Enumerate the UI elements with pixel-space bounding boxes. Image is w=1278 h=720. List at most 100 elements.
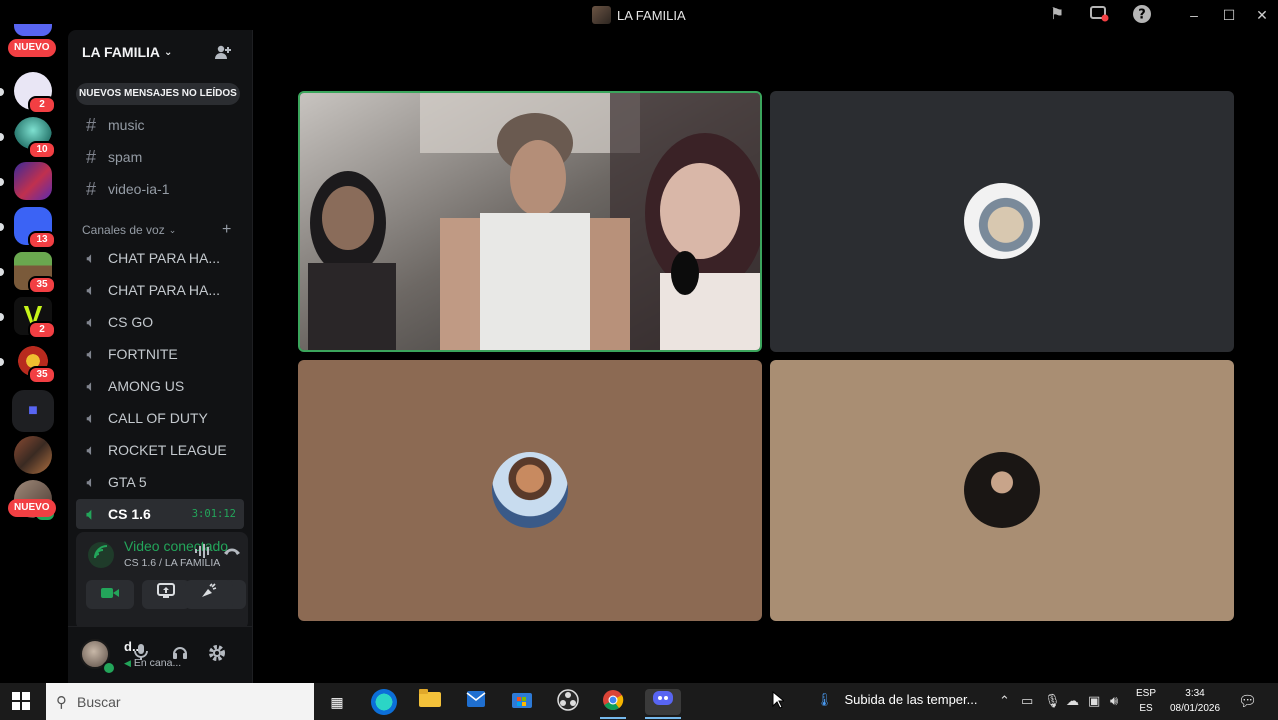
network-icon[interactable]: ▣: [1088, 693, 1100, 709]
headphones-icon[interactable]: [172, 644, 188, 664]
voice-channel-8[interactable]: 🔈︎ GTA 5: [76, 467, 244, 497]
speaker-icon: 🔈︎: [86, 441, 96, 459]
online-status-dot: [102, 661, 116, 675]
server-icon-6[interactable]: V2: [14, 297, 56, 339]
system-clock[interactable]: 3:34 08/01/2026: [1166, 686, 1224, 716]
speaker-icon: 🔈︎: [86, 345, 96, 363]
flag-icon[interactable]: ⚑: [1046, 4, 1068, 26]
add-channel-button[interactable]: +: [222, 221, 231, 239]
channel-label: spam: [108, 149, 143, 165]
voice-channel-6[interactable]: 🔈︎ CALL OF DUTY: [76, 403, 244, 433]
active-indicator: [600, 717, 626, 719]
video-tile-user-4[interactable]: [770, 360, 1234, 621]
clock-time: 3:34: [1185, 688, 1205, 699]
unread-pill: [0, 268, 4, 276]
inbox-icon[interactable]: [1088, 4, 1110, 26]
server-icon-3[interactable]: [14, 162, 52, 200]
server-icon-1[interactable]: 2: [14, 72, 56, 114]
title-bar: LA FAMILIA ⚑ ? – ☐ ✕: [0, 0, 1278, 30]
chevron-down-icon: ⌄: [164, 46, 173, 58]
windows-start-icon[interactable]: [12, 692, 30, 710]
store-icon[interactable]: [509, 689, 535, 715]
maximize-button[interactable]: ☐: [1219, 4, 1239, 26]
screen-share-button[interactable]: [142, 580, 190, 609]
video-tile-camera[interactable]: [298, 91, 762, 352]
guild-name: LA FAMILIA: [82, 44, 161, 60]
close-button[interactable]: ✕: [1252, 4, 1272, 26]
server-icon-7[interactable]: 35: [14, 342, 56, 384]
voice-channel-4[interactable]: 🔈︎ FORTNITE: [76, 339, 244, 369]
hash-icon: #: [85, 114, 96, 135]
notifications-icon[interactable]: 💬︎: [1238, 692, 1257, 710]
invite-people-icon[interactable]: [214, 44, 232, 64]
hash-icon: #: [85, 146, 96, 167]
speaker-icon: 🔈︎: [86, 409, 96, 427]
server-icon: [592, 6, 611, 24]
gear-icon[interactable]: [208, 644, 226, 666]
channel-label: CS GO: [108, 314, 154, 330]
task-view-icon[interactable]: ▦: [324, 689, 350, 715]
connection-status: Video conectado: [124, 538, 228, 554]
speaker-icon: 🔈︎: [86, 249, 96, 267]
unread-messages-banner[interactable]: NUEVOS MENSAJES NO LEÍDOS: [76, 83, 240, 105]
speaker-icon: 🔈︎: [86, 377, 96, 395]
mouse-cursor-icon: [772, 691, 784, 709]
mic-icon[interactable]: [134, 644, 148, 664]
file-explorer-icon[interactable]: [417, 689, 443, 715]
voice-channel-7[interactable]: 🔈︎ ROCKET LEAGUE: [76, 435, 244, 465]
server-icon-2[interactable]: 10: [14, 117, 56, 159]
video-tile-user-3[interactable]: [298, 360, 762, 621]
voice-channel-active[interactable]: 🔈︎ CS 1.6 3:01:12: [76, 499, 244, 529]
unread-pill: [0, 358, 4, 366]
edge-icon[interactable]: [371, 689, 397, 715]
server-icon-5[interactable]: 35: [14, 252, 56, 294]
speaker-small-icon: ◀: [124, 657, 131, 668]
help-icon[interactable]: ?: [1131, 4, 1153, 26]
disconnect-icon[interactable]: [222, 544, 242, 561]
channel-label: music: [108, 117, 145, 133]
weather-news-widget[interactable]: 🌡︎ Subida de las temper...: [816, 692, 978, 708]
new-badge-top[interactable]: NUEVO: [8, 39, 56, 57]
chevron-up-icon[interactable]: ⌃: [999, 693, 1010, 709]
minimize-button[interactable]: –: [1184, 4, 1204, 26]
voice-channel-5[interactable]: 🔈︎ AMONG US: [76, 371, 244, 401]
server-rail: NUEVO 2 10 13 35 V2 35 ■ NUEVO: [0, 24, 68, 683]
mail-icon[interactable]: [463, 689, 489, 715]
category-label: Canales de voz: [82, 223, 165, 237]
server-folder[interactable]: ■: [12, 390, 54, 432]
channel-video-ia-1[interactable]: # video-ia-1: [76, 174, 244, 204]
server-icon-4[interactable]: 13: [14, 207, 56, 249]
volume-icon[interactable]: 🔊︎: [1110, 693, 1118, 709]
obs-icon[interactable]: [555, 689, 581, 715]
discord-icon[interactable]: [645, 689, 681, 719]
channel-music[interactable]: # music: [76, 110, 244, 140]
noise-suppression-icon[interactable]: [194, 544, 212, 561]
voice-channel-3[interactable]: 🔈︎ CS GO: [76, 307, 244, 337]
signal-icon[interactable]: [88, 542, 114, 568]
voice-channel-2[interactable]: 🔈︎ CHAT PARA HA...: [76, 275, 244, 305]
keyboard-layout: ES: [1139, 703, 1153, 714]
voice-channel-1[interactable]: 🔈︎ CHAT PARA HA...: [76, 243, 244, 273]
channel-label: CHAT PARA HA...: [108, 282, 221, 298]
guild-header[interactable]: LA FAMILIA ⌄: [82, 44, 172, 60]
camera-tray-icon[interactable]: ▭: [1021, 693, 1033, 709]
soundboard-button[interactable]: [185, 580, 233, 609]
chrome-icon[interactable]: [600, 689, 626, 719]
camera-feed: [300, 93, 760, 350]
taskbar-search[interactable]: ⚲ Buscar: [46, 683, 314, 720]
server-icon-8[interactable]: [14, 436, 52, 474]
mic-tray-icon[interactable]: 🎙︎: [1044, 693, 1061, 709]
video-tile-user-2[interactable]: [770, 91, 1234, 352]
unread-pill: [0, 133, 4, 141]
cloud-icon[interactable]: ☁︎: [1066, 693, 1079, 709]
new-badge-bottom[interactable]: NUEVO: [8, 499, 56, 517]
channel-spam[interactable]: # spam: [76, 142, 244, 172]
taskbar: ⚲ Buscar ▦ 🌡︎ Subida de las temper... ⌃ …: [0, 683, 1278, 720]
language-indicator[interactable]: ESP ES: [1136, 686, 1156, 716]
camera-button[interactable]: [86, 580, 134, 609]
svg-text:?: ?: [1138, 8, 1146, 23]
chevron-down-icon: ⌄: [168, 224, 177, 235]
mention-badge: 2: [28, 321, 56, 339]
news-text: Subida de las temper...: [844, 692, 978, 707]
voice-category[interactable]: Canales de voz ⌄: [82, 223, 176, 237]
